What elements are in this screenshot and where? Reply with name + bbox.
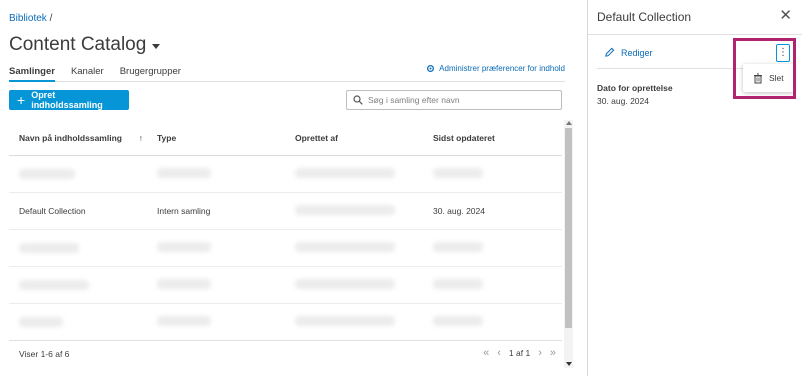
breadcrumb-separator: / [49,13,53,24]
cell-updated [433,316,562,328]
redacted-text [433,242,483,252]
scroll-up-icon[interactable] [566,121,572,125]
table-footer: Viser 1-6 af 6 « ‹ 1 af 1 › » [9,340,562,366]
create-collection-label: Opret indholdssamling [31,90,103,110]
collections-table: Navn på indholdssamling ↑ Type Oprettet … [9,120,562,341]
sort-arrow-up-icon[interactable]: ↑ [139,133,143,143]
redacted-text [295,205,395,215]
scroll-down-icon[interactable] [566,362,572,366]
redacted-text [433,316,483,326]
search-icon [353,95,363,105]
table-row[interactable] [9,304,562,341]
scrollbar-thumb[interactable] [565,128,572,328]
created-date-value: 30. aug. 2024 [597,96,649,106]
created-date-label: Dato for oprettelse [597,83,673,93]
table-row[interactable] [9,230,562,267]
redacted-text [19,280,89,290]
redacted-text [295,316,395,326]
pagination: « ‹ 1 af 1 › » [483,347,556,359]
cell-created-by [295,205,433,217]
redacted-text [295,242,395,252]
edit-button[interactable]: Rediger [604,47,653,58]
table-row[interactable] [9,156,562,193]
redacted-text [157,168,211,178]
create-collection-button[interactable]: + Opret indholdssamling [9,90,129,110]
redacted-text [295,279,395,289]
header-created-by[interactable]: Oprettet af [295,133,433,143]
manage-preferences-label: Administrer præferencer for indhold [439,64,565,73]
breadcrumb: Bibliotek / [9,13,52,24]
cell-name [9,243,157,253]
tab-kanaler[interactable]: Kanaler [71,64,104,82]
redacted-text [19,169,75,179]
cell-type: Intern samling [157,206,211,216]
manage-preferences-link[interactable]: Administrer præferencer for indhold [426,64,565,73]
cell-updated [433,279,562,291]
cell-updated: 30. aug. 2024 [433,206,485,216]
cell-name: Default Collection [19,206,86,216]
cell-type [157,279,295,291]
redacted-text [157,316,211,326]
tab-brugergrupper[interactable]: Brugergrupper [120,64,181,82]
cell-created-by [295,168,433,180]
prev-page-icon[interactable]: ‹ [497,347,501,359]
pencil-icon [605,47,615,57]
edit-label: Rediger [621,47,653,58]
page-title[interactable]: Content Catalog [9,34,161,56]
search-placeholder: Søg i samling efter navn [368,95,460,105]
search-input[interactable]: Søg i samling efter navn [346,90,562,110]
cell-created-by [295,279,433,291]
tab-samlinger[interactable]: Samlinger [9,64,55,82]
header-name[interactable]: Navn på indholdssamling ↑ [9,133,157,143]
header-type[interactable]: Type [157,133,295,143]
table-scrollbar[interactable] [564,120,573,368]
table-row[interactable] [9,267,562,304]
table-header: Navn på indholdssamling ↑ Type Oprettet … [9,120,562,156]
gear-icon [427,64,435,73]
redacted-text [295,168,395,178]
first-page-icon[interactable]: « [483,347,489,359]
cell-type [157,242,295,254]
page-title-text: Content Catalog [9,34,147,55]
cell-created-by [295,242,433,254]
redacted-text [433,279,483,289]
cell-created-by [295,316,433,328]
cell-name [9,169,157,179]
cell-name [9,280,157,290]
divider [588,34,802,35]
panel-title: Default Collection [597,10,692,24]
last-page-icon[interactable]: » [550,347,556,359]
redacted-text [433,168,483,178]
table-row[interactable]: Default Collection Intern samling 30. au… [9,193,562,230]
highlight-box [733,38,796,99]
header-last-updated[interactable]: Sidst opdateret [433,133,562,143]
details-panel: Default Collection ✕ Rediger ⋮ Slet Dato… [587,0,802,376]
redacted-text [157,242,211,252]
cell-name [9,317,157,327]
cell-updated [433,168,562,180]
close-icon[interactable]: ✕ [779,6,792,24]
plus-icon: + [17,92,26,108]
breadcrumb-bibliotek[interactable]: Bibliotek [9,13,47,24]
cell-type [157,168,295,180]
next-page-icon[interactable]: › [538,347,542,359]
redacted-text [19,243,79,253]
redacted-text [19,317,63,327]
page-indicator: 1 af 1 [508,348,531,358]
main-content: Bibliotek / Content Catalog Samlinger Ka… [0,0,587,376]
cell-updated [433,242,562,254]
caret-down-icon[interactable] [152,44,161,49]
cell-type [157,316,295,328]
row-count: Viser 1-6 af 6 [19,348,70,359]
redacted-text [157,279,211,289]
tab-bar: Samlinger Kanaler Brugergrupper Administ… [9,64,565,82]
